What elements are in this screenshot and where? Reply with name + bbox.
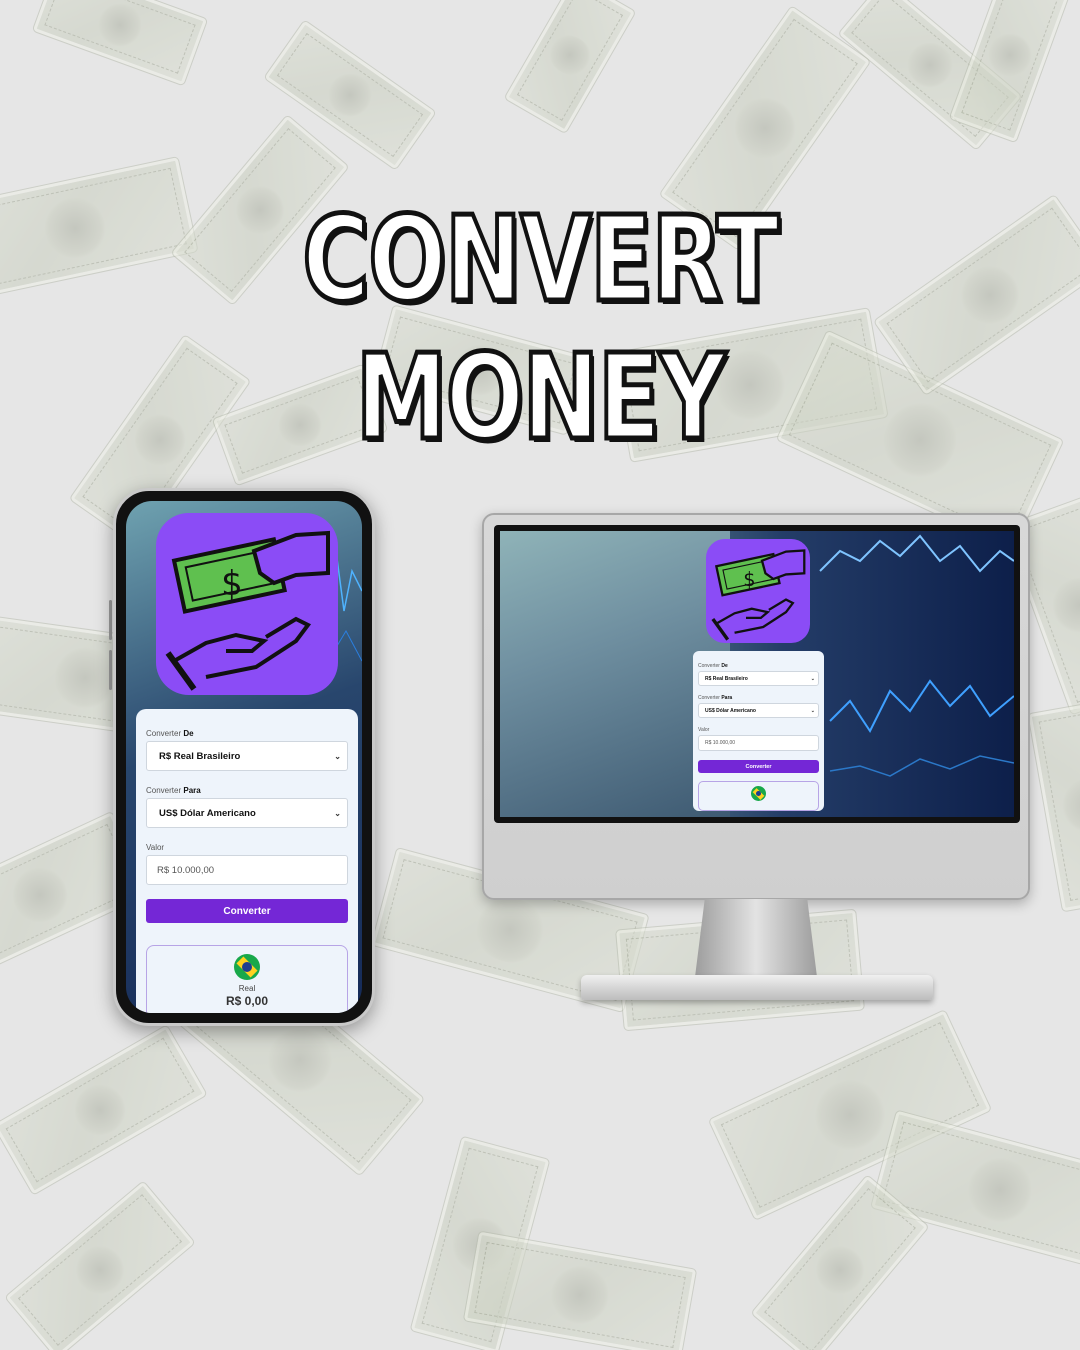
amount-label: Valor (146, 843, 165, 852)
phone-side-button (109, 650, 112, 690)
from-currency-select[interactable]: R$ Real Brasileiro ⌄ (698, 671, 819, 686)
from-label: Converter De (146, 729, 194, 738)
monitor-screen: $ Converter De R$ Real Brasileiro ⌄ Conv… (500, 531, 1014, 817)
amount-input[interactable]: R$ 10.000,00 (698, 735, 819, 751)
phone-mockup: $ Converter De R$ Real Brasileiro ⌄ Conv… (113, 488, 375, 1026)
result-card: Real R$ 0,00 (146, 945, 348, 1013)
convert-button[interactable]: Converter (698, 760, 819, 773)
from-label: Converter De (698, 663, 728, 669)
monitor-bezel: $ Converter De R$ Real Brasileiro ⌄ Conv… (494, 525, 1020, 823)
svg-text:$: $ (221, 564, 243, 604)
app-icon: $ (156, 513, 338, 695)
brazil-flag-icon (234, 954, 260, 980)
monitor-mockup: $ Converter De R$ Real Brasileiro ⌄ Conv… (482, 513, 1030, 900)
money-hand-icon: $ (165, 530, 330, 691)
from-currency-select[interactable]: R$ Real Brasileiro ⌄ (146, 741, 348, 771)
result-currency-name: Real (238, 984, 256, 993)
chevron-down-icon: ⌄ (334, 808, 341, 818)
chevron-down-icon: ⌄ (334, 751, 341, 761)
to-label: Converter Para (698, 695, 733, 701)
chevron-down-icon: ⌄ (810, 675, 815, 682)
monitor-chin (484, 827, 1028, 899)
converter-form: Converter De R$ Real Brasileiro ⌄ Conver… (693, 651, 824, 811)
monitor-stand-base (581, 975, 933, 1000)
to-label: Converter Para (146, 786, 201, 795)
page-title: CONVERT MONEY (300, 188, 781, 469)
converter-form: Converter De R$ Real Brasileiro ⌄ Conver… (136, 709, 358, 1013)
brazil-flag-icon (751, 786, 766, 801)
phone-screen: $ Converter De R$ Real Brasileiro ⌄ Conv… (126, 501, 362, 1013)
convert-button[interactable]: Converter (146, 899, 348, 923)
monitor-stand (695, 899, 817, 977)
amount-label: Valor (698, 727, 710, 733)
result-amount: R$ 0,00 (225, 994, 269, 1008)
to-currency-select[interactable]: US$ Dólar Americano ⌄ (146, 798, 348, 828)
amount-input[interactable]: R$ 10.000,00 (146, 855, 348, 885)
svg-text:$: $ (743, 568, 755, 591)
app-icon: $ (706, 539, 810, 643)
phone-side-button (109, 600, 112, 640)
money-hand-icon: $ (711, 549, 806, 641)
to-currency-select[interactable]: US$ Dólar Americano ⌄ (698, 703, 819, 718)
result-card (698, 781, 819, 811)
chevron-down-icon: ⌄ (810, 707, 815, 714)
